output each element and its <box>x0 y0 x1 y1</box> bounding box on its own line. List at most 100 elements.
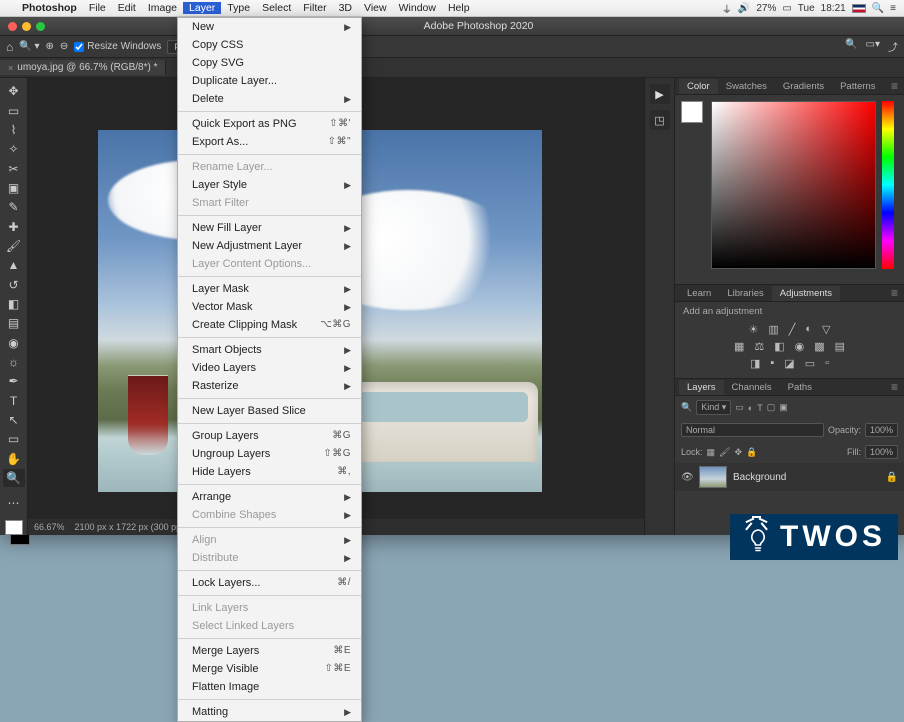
home-icon[interactable]: ⌂ <box>6 40 13 54</box>
menu-item-quick-export-as-png[interactable]: Quick Export as PNG⇧⌘' <box>178 115 361 133</box>
menubar-item-3d[interactable]: 3D <box>333 2 358 14</box>
brightness-icon[interactable]: ☀ <box>748 323 758 336</box>
menu-item-hide-layers[interactable]: Hide Layers⌘, <box>178 463 361 481</box>
type-tool[interactable]: T <box>3 392 25 410</box>
wifi-icon[interactable]: ⏚ <box>722 1 732 16</box>
zoom-tool-icon[interactable]: 🔍 ▾ <box>19 41 39 52</box>
filter-smart-icon[interactable]: ▣ <box>779 402 788 413</box>
color-hue-slider[interactable] <box>882 101 894 269</box>
frame-tool[interactable]: ▣ <box>3 179 25 197</box>
marquee-tool[interactable]: ▭ <box>3 101 25 119</box>
menu-item-duplicate-layer-[interactable]: Duplicate Layer... <box>178 72 361 90</box>
balance-icon[interactable]: ⚖ <box>754 340 764 353</box>
spotlight-icon[interactable]: 🔍 <box>872 3 884 14</box>
menubar-item-image[interactable]: Image <box>142 2 183 14</box>
menubar-item-type[interactable]: Type <box>221 2 256 14</box>
menubar-item-view[interactable]: View <box>358 2 393 14</box>
color-swatch[interactable] <box>681 101 703 123</box>
photofilter-icon[interactable]: ◉ <box>795 340 805 353</box>
stamp-tool[interactable]: ▲ <box>3 256 25 274</box>
menubar-item-filter[interactable]: Filter <box>297 2 332 14</box>
gradient-tool[interactable]: ▤ <box>3 314 25 332</box>
menu-item-delete[interactable]: Delete▶ <box>178 90 361 108</box>
close-icon[interactable]: × <box>8 63 13 73</box>
mixer-icon[interactable]: ▩ <box>814 340 824 353</box>
menu-item-copy-svg[interactable]: Copy SVG <box>178 54 361 72</box>
search-icon[interactable]: 🔍 <box>845 39 857 54</box>
blend-mode[interactable]: Normal <box>681 423 824 437</box>
filter-shape-icon[interactable]: ▢ <box>767 402 776 413</box>
menubar-item-window[interactable]: Window <box>393 2 442 14</box>
menu-item-new[interactable]: New▶ <box>178 18 361 36</box>
menu-item-merge-visible[interactable]: Merge Visible⇧⌘E <box>178 660 361 678</box>
panel-tab-layers[interactable]: Layers <box>679 380 724 395</box>
menu-item-arrange[interactable]: Arrange▶ <box>178 488 361 506</box>
menubar-item-edit[interactable]: Edit <box>112 2 142 14</box>
lock-pos-icon[interactable]: ✥ <box>734 447 742 458</box>
zoom-tool[interactable]: 🔍 <box>3 469 25 487</box>
window-zoom[interactable] <box>36 22 45 31</box>
bw-icon[interactable]: ◧ <box>774 340 784 353</box>
eraser-tool[interactable]: ◧ <box>3 295 25 313</box>
menu-item-lock-layers-[interactable]: Lock Layers...⌘/ <box>178 574 361 592</box>
filter-icon[interactable]: 🔍 <box>681 402 692 413</box>
levels-icon[interactable]: ▥ <box>768 323 778 336</box>
selcolor-icon[interactable]: ▫ <box>825 357 829 370</box>
opacity-value[interactable]: 100% <box>865 423 898 437</box>
visibility-icon[interactable]: 👁 <box>681 472 693 483</box>
panel-menu-icon[interactable]: ≡ <box>885 380 904 394</box>
pen-tool[interactable]: ✒ <box>3 372 25 390</box>
invert-icon[interactable]: ◨ <box>750 357 760 370</box>
share-icon[interactable]: ⤴ <box>888 39 898 54</box>
menu-item-merge-layers[interactable]: Merge Layers⌘E <box>178 642 361 660</box>
menu-item-create-clipping-mask[interactable]: Create Clipping Mask⌥⌘G <box>178 316 361 334</box>
eyedropper-tool[interactable]: ✎ <box>3 198 25 216</box>
menubar-item-help[interactable]: Help <box>442 2 476 14</box>
panel-tab-learn[interactable]: Learn <box>679 286 719 301</box>
filter-adjust-icon[interactable]: ◐ <box>748 403 753 413</box>
app-name[interactable]: Photoshop <box>16 2 83 14</box>
lock-trans-icon[interactable]: ▦ <box>707 447 716 458</box>
status-zoom[interactable]: 66.67% <box>34 522 65 532</box>
posterize-icon[interactable]: ▪ <box>770 357 774 370</box>
workspace-icon[interactable]: ▭▾ <box>866 39 880 54</box>
layer-row-background[interactable]: 👁 Background 🔒 <box>675 463 904 491</box>
window-close[interactable] <box>8 22 17 31</box>
volume-icon[interactable]: 🔊 <box>738 3 750 14</box>
color-spectrum[interactable] <box>711 101 876 269</box>
path-tool[interactable]: ↖ <box>3 411 25 429</box>
panel-tab-libraries[interactable]: Libraries <box>719 286 771 301</box>
fg-bg-swatch[interactable] <box>5 520 23 535</box>
filter-type-icon[interactable]: T <box>757 403 763 413</box>
document-tab[interactable]: × umoya.jpg @ 66.7% (RGB/8*) * <box>0 60 166 75</box>
panel-menu-icon[interactable]: ≡ <box>885 79 904 93</box>
status-docinfo[interactable]: 2100 px x 1722 px (300 ppi) <box>75 522 187 532</box>
menu-item-vector-mask[interactable]: Vector Mask▶ <box>178 298 361 316</box>
history-icon[interactable]: ◳ <box>650 110 670 130</box>
menu-item-flatten-image[interactable]: Flatten Image <box>178 678 361 696</box>
panel-tab-gradients[interactable]: Gradients <box>775 79 832 94</box>
menu-item-video-layers[interactable]: Video Layers▶ <box>178 359 361 377</box>
panel-menu-icon[interactable]: ≡ <box>885 286 904 300</box>
filter-pixel-icon[interactable]: ▭ <box>735 402 744 413</box>
layer-thumbnail[interactable] <box>699 466 727 488</box>
zoom-in-icon[interactable]: ⊕ <box>46 41 54 52</box>
gradmap-icon[interactable]: ▭ <box>805 357 815 370</box>
menu-item-group-layers[interactable]: Group Layers⌘G <box>178 427 361 445</box>
lookup-icon[interactable]: ▤ <box>835 340 845 353</box>
panel-tab-swatches[interactable]: Swatches <box>718 79 775 94</box>
menu-item-export-as-[interactable]: Export As...⇧⌘" <box>178 133 361 151</box>
panel-tab-color[interactable]: Color <box>679 79 718 94</box>
heal-tool[interactable]: ✚ <box>3 217 25 235</box>
menubar-item-select[interactable]: Select <box>256 2 297 14</box>
curves-icon[interactable]: ╱ <box>789 323 796 336</box>
menu-item-matting[interactable]: Matting▶ <box>178 703 361 721</box>
hand-tool[interactable]: ✋ <box>3 450 25 468</box>
filter-kind[interactable]: Kind ▾ <box>696 400 731 415</box>
resize-windows-check[interactable]: Resize Windows <box>74 41 161 52</box>
menubar-item-file[interactable]: File <box>83 2 112 14</box>
brush-tool[interactable]: 🖌 <box>3 237 25 255</box>
move-tool[interactable]: ✥ <box>3 82 25 100</box>
exposure-icon[interactable]: ◐ <box>805 323 812 336</box>
menu-item-new-adjustment-layer[interactable]: New Adjustment Layer▶ <box>178 237 361 255</box>
